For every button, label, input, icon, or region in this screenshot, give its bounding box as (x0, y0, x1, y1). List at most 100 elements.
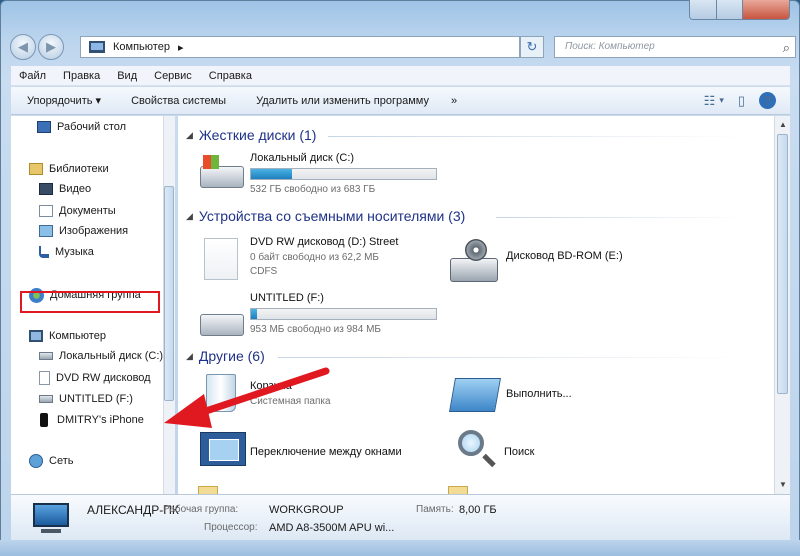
group-header-removable[interactable]: ◢ Устройства со съемными носителями (3) (186, 208, 465, 224)
window-bottom-border (0, 540, 800, 556)
nav-scroll-thumb[interactable] (164, 186, 174, 401)
workgroup-label: Рабочая группа: (163, 504, 239, 515)
forward-button[interactable]: ▶ (38, 34, 64, 60)
search-item[interactable]: Поиск (448, 428, 648, 474)
nav-item-music[interactable]: Музыка (39, 243, 175, 261)
group-header-hdd[interactable]: ◢ Жесткие диски (1) (186, 127, 316, 143)
toolbar-right: ☷ ▾ ▯ ? (690, 92, 776, 109)
more-commands-button[interactable]: » (451, 95, 457, 107)
usage-fill (251, 169, 292, 179)
view-options-icon[interactable]: ☷ (704, 93, 716, 109)
item-name: Переключение между окнами (250, 446, 402, 458)
nav-item-images[interactable]: Изображения (39, 222, 175, 240)
organize-button[interactable]: Упорядочить ▾ (27, 94, 101, 107)
minimize-button[interactable] (690, 0, 717, 19)
bd-rom-drive-icon (450, 239, 498, 282)
video-icon (39, 183, 53, 195)
nav-item-libraries[interactable]: Библиотеки (29, 160, 175, 178)
drive-free-space: 0 байт свободно из 62,2 МБ (250, 252, 379, 263)
view-dropdown-icon[interactable]: ▾ (719, 95, 724, 106)
drive-bdrom[interactable]: Дисковод BD-ROM (E:) (448, 234, 658, 284)
hard-drive-icon (39, 352, 53, 360)
nav-item-untitled[interactable]: UNTITLED (F:) (39, 390, 175, 408)
menu-tools[interactable]: Сервис (154, 70, 192, 82)
group-title: Устройства со съемными носителями (3) (198, 208, 466, 224)
nav-label: Локальный диск (C:) (59, 350, 164, 362)
nav-item-dvd[interactable]: DVD RW дисковод (39, 369, 175, 387)
group-header-other[interactable]: ◢ Другие (6) (186, 348, 265, 364)
nav-item-network[interactable]: Сеть (29, 452, 175, 470)
recycle-bin[interactable]: Корзина Системная папка (198, 372, 428, 418)
usb-drive-icon (39, 395, 53, 403)
nav-item-documents[interactable]: Документы (39, 202, 175, 220)
nav-label: Музыка (55, 246, 94, 258)
item-name: Поиск (504, 446, 535, 458)
switch-windows-item[interactable]: Переключение между окнами (198, 428, 448, 474)
uninstall-program-button[interactable]: Удалить или изменить программу (256, 95, 429, 107)
drive-usage-bar (250, 168, 437, 180)
usage-fill (251, 309, 257, 319)
nav-scrollbar[interactable] (163, 116, 175, 494)
document-icon (39, 205, 53, 217)
search-input[interactable]: Поиск: Компьютер ⌕ (554, 36, 796, 58)
nav-item-local-disk[interactable]: Локальный диск (C:) (39, 347, 175, 365)
menu-file[interactable]: Файл (19, 70, 46, 82)
maximize-button[interactable] (717, 0, 743, 19)
computer-icon (29, 501, 73, 535)
dvd-icon (204, 238, 238, 280)
search-placeholder: Поиск: Компьютер (565, 41, 655, 52)
workgroup-value: WORKGROUP (269, 504, 344, 516)
library-icon (29, 163, 43, 175)
nav-label: DVD RW дисковод (56, 372, 151, 384)
recycle-bin-icon (206, 374, 236, 412)
scroll-up-icon[interactable]: ▲ (779, 120, 787, 129)
nav-label: UNTITLED (F:) (59, 393, 133, 405)
collapse-icon: ◢ (186, 210, 193, 221)
item-description: Системная папка (250, 396, 331, 407)
memory-label: Память: (416, 504, 454, 515)
item-name: Выполнить... (506, 388, 572, 400)
image-icon (39, 225, 53, 237)
windows-logo-icon (203, 155, 219, 169)
group-title: Другие (6) (198, 348, 265, 364)
menu-edit[interactable]: Правка (63, 70, 100, 82)
breadcrumb-arrow-icon[interactable]: ▸ (178, 41, 184, 54)
close-button[interactable] (743, 0, 789, 19)
drive-name: DVD RW дисковод (D:) Street (250, 236, 399, 248)
collapse-icon: ◢ (186, 129, 193, 140)
drive-usage-bar (250, 308, 437, 320)
nav-item-desktop[interactable]: Рабочий стол (37, 118, 175, 136)
drive-untitled[interactable]: UNTITLED (F:) 953 МБ свободно из 984 МБ (198, 292, 448, 342)
scroll-down-icon[interactable]: ▼ (779, 480, 787, 489)
refresh-button[interactable]: ↻ (520, 36, 544, 58)
address-bar[interactable]: Компьютер ▸ (80, 36, 520, 58)
nav-item-video[interactable]: Видео (39, 180, 175, 198)
run-item[interactable]: Выполнить... (448, 372, 648, 418)
nav-item-computer[interactable]: Компьютер (29, 327, 175, 345)
memory-value: 8,00 ГБ (459, 504, 497, 516)
magnifier-icon (458, 430, 496, 468)
help-icon[interactable]: ? (759, 92, 776, 109)
drive-c[interactable]: Локальный диск (C:) 532 ГБ свободно из 6… (198, 150, 448, 200)
system-properties-button[interactable]: Свойства системы (131, 95, 226, 107)
address-text: Компьютер (113, 41, 170, 53)
preview-pane-icon[interactable]: ▯ (738, 93, 745, 109)
item-name: Корзина (250, 380, 292, 392)
menu-view[interactable]: Вид (117, 70, 137, 82)
desktop-icon (37, 121, 51, 133)
nav-item-iphone[interactable]: DMITRY's iPhone (37, 411, 175, 429)
run-icon (449, 378, 501, 412)
search-icon: ⌕ (782, 40, 790, 55)
nav-label: Компьютер (49, 330, 106, 342)
iphone-highlight-box (20, 291, 160, 313)
content-scroll-thumb[interactable] (777, 134, 788, 394)
dvd-drive-icon (39, 371, 50, 385)
drive-name: Локальный диск (C:) (250, 152, 355, 164)
nav-label: Изображения (59, 225, 129, 237)
menu-help[interactable]: Справка (209, 70, 252, 82)
drive-dvd[interactable]: DVD RW дисковод (D:) Street 0 байт свобо… (198, 234, 448, 284)
folder-icon (448, 486, 468, 494)
drive-free-space: 532 ГБ свободно из 683 ГБ (250, 184, 376, 195)
content-scrollbar[interactable]: ▲ ▼ (774, 116, 790, 494)
back-button[interactable]: ◀ (10, 34, 36, 60)
